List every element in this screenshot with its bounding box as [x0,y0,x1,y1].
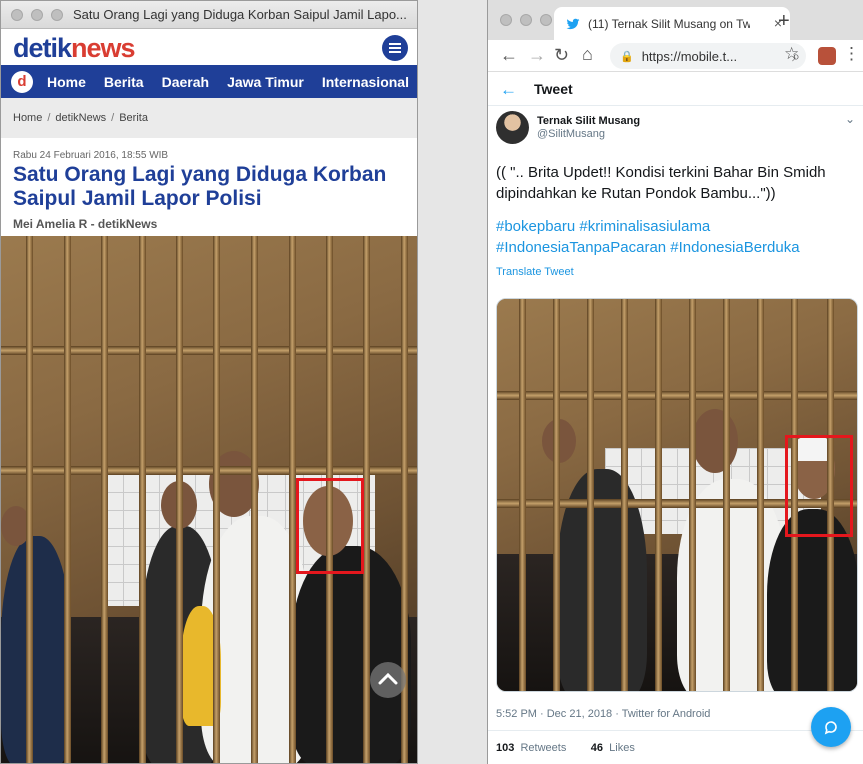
extension-icon[interactable] [818,47,836,65]
compose-icon [824,721,837,735]
new-tab-icon[interactable]: + [778,10,790,33]
breadcrumb-separator: / [47,112,51,124]
detik-header: detiknews [1,29,417,65]
window-controls [500,14,552,26]
reload-icon[interactable]: ↻ [554,45,569,66]
home-icon[interactable]: ⌂ [582,44,593,65]
tweet-author: Ternak Silit Musang @SilitMusang ⌄ [488,106,863,154]
scroll-top-button[interactable] [370,662,406,698]
nav-item-berita[interactable]: Berita [104,74,144,90]
retweets-count[interactable]: 103 [496,742,514,754]
star-icon[interactable]: ☆ [784,44,799,64]
scroll-top-chevron-icon [378,672,398,685]
logo-news-text: news [71,33,136,63]
likes-label[interactable]: Likes [609,742,635,754]
lock-icon: 🔒 [620,50,634,63]
menu-icon[interactable]: ⋮ [843,44,860,64]
back-arrow-icon[interactable]: ← [500,80,517,100]
minimize-window-button[interactable] [31,9,43,21]
page-title: Tweet [534,81,573,97]
logo-detik-text: detik [13,33,72,63]
nav-item-internasional[interactable]: Internasional [322,74,409,90]
breadcrumb-home[interactable]: Home [13,112,42,124]
tweet-meta: 5:52 PM · Dec 21, 2018 · Twitter for And… [496,708,711,720]
highlight-box [296,478,364,574]
tweet-stats: 103 Retweets 46 Likes [496,742,635,754]
compose-button[interactable] [811,707,851,747]
article-photo [1,236,417,763]
left-titlebar: Satu Orang Lagi yang Diduga Korban Saipu… [1,1,417,29]
browser-toolbar: ← → ↻ ⌂ 🔒 https://mobile.t... ⌕ ☆ ⋮ [488,40,863,72]
zoom-window-button[interactable] [540,14,552,26]
tweet-page-header: ← Tweet [488,72,863,106]
avatar[interactable] [496,111,529,144]
nav-item-daerah[interactable]: Daerah [162,74,209,90]
retweets-label[interactable]: Retweets [520,742,566,754]
breadcrumb: Home / detikNews / Berita [1,98,417,138]
minimize-window-button[interactable] [520,14,532,26]
window-controls [11,9,63,21]
user-handle[interactable]: @SilitMusang [537,128,605,140]
twitter-bird-icon [566,18,580,29]
tab-title: (11) Ternak Silit Musang on Twitter [588,16,750,31]
likes-count[interactable]: 46 [591,742,603,754]
detiknews-logo[interactable]: detiknews [13,33,136,64]
detik-d-icon[interactable]: d [11,70,33,93]
user-name[interactable]: Ternak Silit Musang [537,115,640,127]
tweet-photo[interactable] [496,298,858,692]
close-window-button[interactable] [11,9,23,21]
main-nav: d Home Berita Daerah Jawa Timur Internas… [1,65,417,98]
window-title: Satu Orang Lagi yang Diduga Korban Saipu… [73,7,407,22]
tab-bar: (11) Ternak Silit Musang on Twitter × + [488,0,863,40]
tweet-hashtags[interactable]: #bokepbaru #kriminalisasiulama #Indonesi… [488,204,863,258]
tweet-text: (( ".. Brita Updet!! Kondisi terkini Bah… [496,164,826,202]
url-text: https://mobile.t... [641,48,738,64]
right-browser-window: (11) Ternak Silit Musang on Twitter × + … [487,0,863,764]
divider [488,730,863,731]
left-browser-window: Satu Orang Lagi yang Diduga Korban Saipu… [0,0,418,764]
article-date: Rabu 24 Februari 2016, 18:55 WIB [13,150,169,161]
nav-item-home[interactable]: Home [47,74,86,90]
browser-tab-twitter[interactable]: (11) Ternak Silit Musang on Twitter × [554,7,790,40]
back-arrow-icon[interactable]: ← [500,45,518,66]
nav-item-jawa-timur[interactable]: Jawa Timur [227,74,304,90]
breadcrumb-detiknews[interactable]: detikNews [55,112,106,124]
breadcrumb-separator: / [111,112,115,124]
zoom-window-button[interactable] [51,9,63,21]
breadcrumb-berita[interactable]: Berita [119,112,148,124]
article-headline: Satu Orang Lagi yang Diduga Korban Saipu… [13,163,387,210]
article-author: Mei Amelia R - detikNews [13,217,158,231]
hamburger-menu-icon[interactable] [382,35,408,61]
translate-tweet-link[interactable]: Translate Tweet [488,258,863,278]
chevron-down-icon[interactable]: ⌄ [845,112,855,126]
close-window-button[interactable] [500,14,512,26]
forward-arrow-icon[interactable]: → [528,45,546,66]
address-bar[interactable]: 🔒 https://mobile.t... ⌕ [610,43,806,69]
highlight-box [785,435,853,537]
